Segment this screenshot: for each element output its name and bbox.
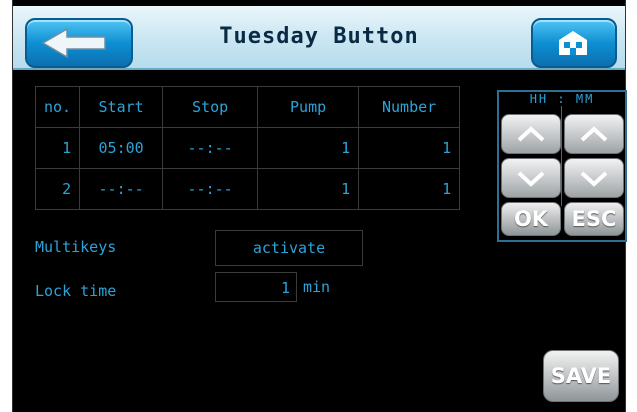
time-adjust-panel: HH : MM OK ESC	[497, 90, 627, 242]
column-header-pump: Pump	[257, 86, 360, 128]
time-separator: :	[557, 92, 567, 106]
home-button[interactable]	[531, 18, 617, 68]
time-panel-divider	[561, 106, 562, 206]
time-panel-header: HH : MM	[499, 92, 625, 108]
column-header-number: Number	[358, 86, 461, 128]
schedule-table: no. Start Stop Pump Number 1 05:00 --:--…	[34, 86, 461, 210]
table-header-row: no. Start Stop Pump Number	[34, 86, 461, 128]
pump-cell[interactable]: 1	[257, 168, 360, 210]
column-header-start: Start	[79, 86, 164, 128]
hours-down-button[interactable]	[501, 158, 561, 198]
lock-time-unit: min	[303, 278, 331, 296]
ok-button[interactable]: OK	[501, 202, 561, 236]
esc-button[interactable]: ESC	[564, 202, 624, 236]
chevron-up-icon	[517, 126, 545, 142]
column-header-no: no.	[34, 86, 81, 128]
save-button[interactable]: SAVE	[543, 350, 619, 402]
hmi-screen: Tuesday Button no. Start Stop Pump Numbe…	[12, 0, 627, 412]
minutes-up-button[interactable]	[564, 114, 624, 154]
lock-time-field[interactable]: 1	[215, 272, 297, 302]
chevron-down-icon	[580, 171, 608, 187]
hours-label: HH	[529, 92, 549, 106]
table-row: 2 --:-- --:-- 1 1	[34, 168, 461, 210]
home-icon	[559, 31, 587, 55]
multikeys-label: Multikeys	[35, 238, 117, 256]
number-cell[interactable]: 1	[358, 127, 461, 169]
row-number: 2	[34, 168, 81, 210]
lock-time-label: Lock time	[35, 282, 117, 300]
hours-up-button[interactable]	[501, 114, 561, 154]
table-row: 1 05:00 --:-- 1 1	[34, 127, 461, 169]
column-header-stop: Stop	[162, 86, 259, 128]
stop-time-cell[interactable]: --:--	[162, 127, 259, 169]
number-cell[interactable]: 1	[358, 168, 461, 210]
title-bar: Tuesday Button	[13, 6, 625, 70]
stop-time-cell[interactable]: --:--	[162, 168, 259, 210]
pump-cell[interactable]: 1	[257, 127, 360, 169]
multikeys-activate-button[interactable]: activate	[215, 230, 363, 266]
chevron-down-icon	[517, 171, 545, 187]
start-time-cell[interactable]: --:--	[79, 168, 164, 210]
start-time-cell[interactable]: 05:00	[79, 127, 164, 169]
chevron-up-icon	[580, 126, 608, 142]
row-number: 1	[34, 127, 81, 169]
minutes-down-button[interactable]	[564, 158, 624, 198]
minutes-label: MM	[575, 92, 595, 106]
